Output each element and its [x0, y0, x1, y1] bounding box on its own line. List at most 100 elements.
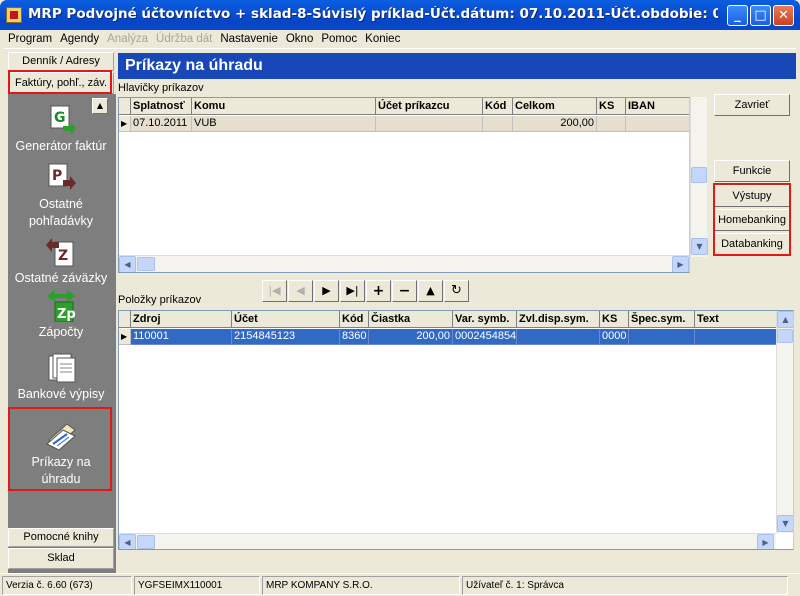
svg-text:Zp: Zp — [57, 307, 76, 322]
header-grid-hscroll[interactable]: ◀ ▶ — [119, 255, 689, 272]
refresh-icon[interactable]: ↻ — [444, 280, 469, 302]
sidebar-item-ostatne-pohladavky[interactable]: P Ostatné pohľadávky — [8, 162, 114, 230]
status-code: YGFSEIMX110001 — [134, 576, 260, 595]
header-col-kod[interactable]: Kód — [483, 98, 513, 115]
menu-udrzba-dat[interactable]: Údržba dát — [152, 30, 216, 48]
title-bar: MRP Podvojné účtovníctvo + sklad-8-Súvis… — [0, 0, 800, 30]
cell-iban — [626, 116, 689, 132]
scroll-thumb[interactable] — [137, 535, 155, 549]
functions-button[interactable]: Funkcie — [714, 160, 790, 182]
close-window-button[interactable]: ✕ — [773, 5, 794, 26]
status-user: Užívateľ č. 1: Správca — [462, 576, 788, 595]
items-col-zdroj[interactable]: Zdroj — [131, 311, 232, 328]
scroll-down-icon[interactable]: ▼ — [777, 515, 793, 532]
cell-zvl-disp-sym — [517, 329, 600, 345]
cell-var-symb: 0002454854 — [453, 329, 517, 345]
menu-pomoc[interactable]: Pomoc — [317, 30, 361, 48]
row-indicator-icon — [119, 116, 131, 132]
items-col-indicator — [119, 311, 131, 328]
highlight-banking-buttons — [713, 183, 791, 256]
header-grid: Splatnosť Komu Účet príkazcu Kód Celkom … — [118, 97, 690, 273]
header-grid-columns: Splatnosť Komu Účet príkazcu Kód Celkom … — [119, 98, 689, 115]
header-col-ucet-prikazcu[interactable]: Účet príkazcu — [376, 98, 483, 115]
scroll-thumb[interactable] — [137, 257, 155, 271]
cell-ks — [597, 116, 626, 132]
scroll-left-icon[interactable]: ◀ — [119, 256, 136, 272]
header-grid-vscroll[interactable]: ▼ — [690, 97, 708, 257]
status-version: Verzia č. 6.60 (673) — [2, 576, 132, 595]
cell-ks: 0000 — [600, 329, 629, 345]
cell-celkom: 200,00 — [513, 116, 597, 132]
sidebar-item-bankove-vypisy[interactable]: Bankové výpisy — [8, 352, 114, 403]
menu-nastavenie[interactable]: Nastavenie — [216, 30, 282, 48]
header-col-celkom[interactable]: Celkom — [513, 98, 597, 115]
scroll-right-icon[interactable]: ▶ — [757, 534, 774, 549]
record-navigator: |◀ ◀ ▶ ▶| + − ▲ ↻ — [262, 280, 470, 302]
cell-spec-sym — [629, 329, 695, 345]
cell-zdroj: 110001 — [131, 329, 232, 345]
scroll-down-icon[interactable]: ▼ — [691, 238, 708, 255]
add-record-icon[interactable]: + — [366, 280, 391, 302]
scroll-left-icon[interactable]: ◀ — [119, 534, 136, 549]
items-col-zvl-disp-sym[interactable]: Zvl.disp.sym. — [517, 311, 600, 328]
menu-koniec[interactable]: Koniec — [361, 30, 404, 48]
cell-ciastka: 200,00 — [369, 329, 453, 345]
scroll-thumb[interactable] — [691, 167, 707, 183]
menu-program[interactable]: Program — [4, 30, 56, 48]
items-col-var-symb[interactable]: Var. symb. — [453, 311, 517, 328]
sidebar-denik-adresy[interactable]: Denník / Adresy — [8, 52, 114, 71]
header-section-label: Hlavičky príkazov — [118, 82, 204, 94]
cell-kod — [483, 116, 513, 132]
items-grid: Zdroj Účet Kód Čiastka Var. symb. Zvl.di… — [118, 310, 794, 550]
scroll-thumb[interactable] — [777, 329, 793, 343]
scroll-up-icon[interactable]: ▲ — [777, 311, 793, 328]
sidebar-sklad[interactable]: Sklad — [8, 548, 114, 569]
move-up-icon[interactable]: ▲ — [418, 280, 443, 302]
cell-text — [695, 329, 777, 345]
next-record-icon[interactable]: ▶ — [314, 280, 339, 302]
items-grid-hscroll[interactable]: ◀ ▶ — [119, 533, 776, 549]
last-record-icon[interactable]: ▶| — [340, 280, 365, 302]
sidebar-item-zapocty[interactable]: Zp Zápočty — [8, 290, 114, 341]
items-col-spec-sym[interactable]: Špec.sym. — [629, 311, 695, 328]
maximize-button[interactable]: □ — [750, 5, 771, 26]
items-col-ciastka[interactable]: Čiastka — [369, 311, 453, 328]
scroll-right-icon[interactable]: ▶ — [672, 256, 689, 272]
items-col-kod[interactable]: Kód — [340, 311, 369, 328]
items-col-ucet[interactable]: Účet — [232, 311, 340, 328]
cell-kod: 8360 — [340, 329, 369, 345]
delete-record-icon[interactable]: − — [392, 280, 417, 302]
prev-record-icon[interactable]: ◀ — [288, 280, 313, 302]
table-row[interactable]: 07.10.2011 VUB 200,00 — [119, 116, 689, 132]
sidebar: Denník / Adresy Faktúry, pohľ., záv. ▲ G… — [4, 50, 116, 574]
row-indicator-icon — [119, 329, 131, 345]
minimize-button[interactable]: _ — [727, 5, 748, 26]
status-company: MRP KOMPANY S.R.O. — [262, 576, 460, 595]
table-row[interactable]: 110001 2154845123 8360 200,00 0002454854… — [119, 329, 777, 345]
header-col-splatnost[interactable]: Splatnosť — [131, 98, 192, 115]
first-record-icon[interactable]: |◀ — [262, 280, 287, 302]
receivables-icon: P — [45, 162, 77, 194]
header-col-ks[interactable]: KS — [597, 98, 626, 115]
menu-agendy[interactable]: Agendy — [56, 30, 103, 48]
svg-text:Z: Z — [58, 248, 68, 264]
cell-ucet-prikazcu — [376, 116, 483, 132]
header-col-komu[interactable]: Komu — [192, 98, 376, 115]
highlight-prikazy — [8, 407, 112, 491]
items-col-ks[interactable]: KS — [600, 311, 629, 328]
invoice-generator-icon: G — [45, 104, 77, 136]
header-col-iban[interactable]: IBAN — [626, 98, 689, 115]
items-grid-vscroll[interactable]: ▲ ▼ — [776, 311, 793, 533]
items-col-text[interactable]: Text — [695, 311, 777, 328]
offset-icon: Zp — [45, 290, 77, 323]
header-col-indicator — [119, 98, 131, 115]
sidebar-item-ostatne-zavazky[interactable]: Z Ostatné záväzky — [8, 236, 114, 287]
menu-analyza[interactable]: Analýza — [103, 30, 152, 48]
window-title: MRP Podvojné účtovníctvo + sklad-8-Súvis… — [28, 6, 718, 22]
close-button[interactable]: Zavrieť — [714, 94, 790, 116]
svg-text:P: P — [52, 168, 62, 184]
sidebar-pomocne-knihy[interactable]: Pomocné knihy — [8, 528, 114, 547]
menu-okno[interactable]: Okno — [282, 30, 318, 48]
sidebar-item-generator-faktur[interactable]: G Generátor faktúr — [8, 104, 114, 155]
items-section-label: Položky príkazov — [118, 294, 202, 306]
